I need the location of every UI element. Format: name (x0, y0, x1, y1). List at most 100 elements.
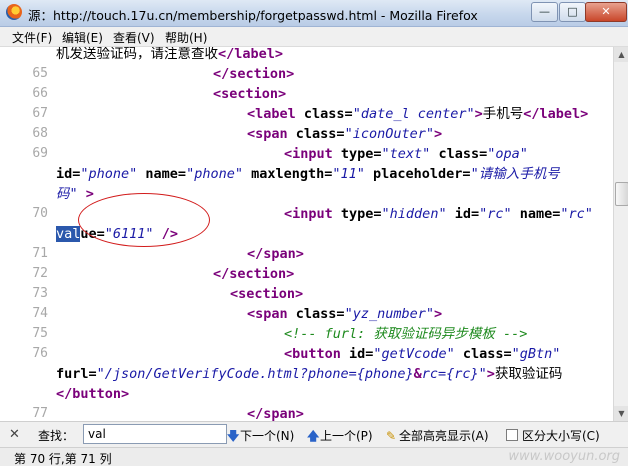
code-token: "/json/GetVerifyCode.html?phone={phone} (96, 366, 414, 382)
arrow-down-icon: 🡇 (227, 429, 240, 443)
code-token: "hidden" (381, 206, 455, 222)
line-number: 65 (32, 66, 48, 81)
code-token: placeholder= (373, 166, 471, 182)
find-label: 查找： (38, 429, 75, 443)
close-find-icon[interactable]: ✕ (9, 427, 20, 442)
match-case-label: 区分大小写(C) (522, 429, 600, 443)
find-input[interactable] (83, 424, 227, 444)
source-line: <span class="iconOuter"> (247, 124, 442, 144)
code-token: > (433, 126, 443, 142)
maximize-button[interactable]: □ (559, 2, 586, 22)
find-next-button[interactable]: 🡇下一个(N) (227, 427, 294, 448)
menu-bar: 文件(F) 编辑(E) 查看(V) 帮助(H) (0, 27, 628, 47)
code-token: id= (454, 206, 480, 222)
find-prev-label: 上一个(P) (320, 429, 373, 443)
search-match-highlight: val (56, 226, 81, 242)
code-token: maxlength= (251, 166, 333, 182)
code-token: "iconOuter" (344, 126, 434, 142)
line-number: 77 (32, 406, 48, 421)
code-token: "opa" (487, 146, 528, 162)
code-token: <input (284, 206, 341, 222)
code-token: & (413, 366, 422, 382)
scroll-up-arrow-icon[interactable]: ▲ (614, 47, 628, 62)
code-token: 手机号 (482, 106, 524, 122)
code-token: class= (295, 306, 345, 322)
code-token: id= (349, 346, 374, 362)
source-line: </button> (56, 384, 129, 404)
code-token: "phone" (186, 166, 252, 182)
find-prev-button[interactable]: 🡅上一个(P) (307, 427, 373, 448)
code-token: "date_l center" (352, 106, 475, 122)
line-number: 70 (32, 206, 48, 221)
line-number: 69 (32, 146, 48, 161)
code-token: "phone" (80, 166, 146, 182)
code-token: "text" (381, 146, 439, 162)
find-next-label: 下一个(N) (240, 429, 295, 443)
arrow-up-icon: 🡅 (307, 429, 320, 443)
source-line: <button id="getVcode" class="gBtn" (284, 344, 560, 364)
title-bar: 源：http://touch.17u.cn/membership/forgetp… (0, 0, 628, 27)
code-token: </span> (247, 246, 304, 262)
code-token: <button (284, 346, 350, 362)
match-case-checkbox[interactable]: 区分大小写(C) (506, 427, 600, 444)
code-token: <label (247, 106, 304, 122)
code-token: "yz_number" (344, 306, 434, 322)
line-number: 71 (32, 246, 48, 261)
code-token: </span> (247, 406, 304, 421)
minimize-button[interactable]: — (531, 2, 558, 22)
code-token: name= (519, 206, 561, 222)
source-line: 机发送验证码，请注意查收</label> (56, 47, 283, 64)
code-token: <span (247, 306, 296, 322)
code-token: class= (295, 126, 345, 142)
source-line: 码" > (56, 184, 94, 204)
menu-file[interactable]: 文件(F) (12, 29, 52, 46)
code-token: "rc" (479, 206, 520, 222)
source-line: furl="/json/GetVerifyCode.html?phone={ph… (56, 364, 562, 384)
code-token: rc={rc}" (421, 366, 487, 382)
source-line: </span> (247, 404, 304, 421)
code-token: > (433, 306, 443, 322)
code-token: <section> (230, 286, 304, 302)
line-number: 66 (32, 86, 48, 101)
highlight-all-button[interactable]: ✎ 全部高亮显示(A) (386, 427, 489, 444)
cursor-position: 第 70 行,第 71 列 (14, 452, 112, 466)
source-line: <section> (230, 284, 303, 304)
code-token: </button> (56, 386, 130, 402)
code-token: <input (284, 146, 341, 162)
code-token: type= (340, 206, 382, 222)
window-title: 源：http://touch.17u.cn/membership/forgetp… (28, 8, 478, 23)
source-view[interactable]: 机发送验证码，请注意查收</label> 65 </section> 66 <secti… (0, 47, 613, 421)
code-token: <!-- furl: 获取验证码异步模板 --> (284, 326, 528, 342)
source-line: </section> (213, 264, 294, 284)
menu-edit[interactable]: 编辑(E) (62, 29, 103, 46)
code-token: "11" (332, 166, 374, 182)
source-line: <input type="hidden" id="rc" name="rc" (284, 204, 593, 224)
source-line: </span> (247, 244, 304, 264)
menu-view[interactable]: 查看(V) (113, 29, 155, 46)
code-token: /> (161, 226, 178, 242)
code-token: > (486, 366, 495, 382)
code-token: </section> (213, 66, 295, 82)
code-token: > (474, 106, 483, 122)
source-line: <input type="text" class="opa" (284, 144, 528, 164)
code-token: 获取验证码 (494, 366, 563, 382)
menu-help[interactable]: 帮助(H) (165, 29, 207, 46)
source-line: value="6111" /> (56, 224, 178, 244)
code-token: "请输入手机号 (470, 166, 560, 182)
source-line: <section> (213, 84, 286, 104)
highlighter-icon: ✎ (386, 429, 397, 443)
code-token: </label> (218, 47, 284, 62)
code-token: class= (462, 346, 512, 362)
close-button[interactable]: ✕ (585, 2, 627, 22)
scroll-down-arrow-icon[interactable]: ▼ (614, 406, 628, 421)
line-number: 74 (32, 306, 48, 321)
code-token: <section> (213, 86, 287, 102)
status-bar: 第 70 行,第 71 列 www.wooyun.org (0, 447, 628, 466)
code-token: "getVcode" (373, 346, 463, 362)
code-token: "gBtn" (511, 346, 561, 362)
vertical-scrollbar[interactable]: ▲ ▼ (613, 47, 628, 421)
code-token: </section> (213, 266, 295, 282)
source-line: <!-- furl: 获取验证码异步模板 --> (284, 324, 527, 344)
scroll-thumb[interactable] (615, 182, 628, 206)
code-token: > (85, 186, 94, 202)
